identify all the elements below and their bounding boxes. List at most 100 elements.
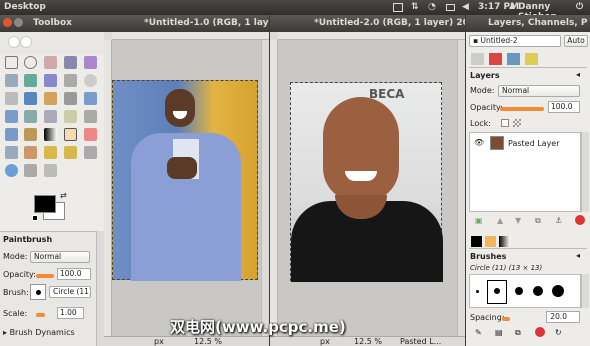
spacing-field[interactable]: 20.0 (546, 311, 580, 323)
delete-brush-icon[interactable] (535, 327, 545, 337)
brush-thumb[interactable] (515, 287, 523, 295)
vertical-ruler[interactable] (270, 40, 278, 336)
paths-tab-icon[interactable] (507, 53, 520, 65)
foreground-select-icon[interactable] (24, 74, 37, 87)
unit-select[interactable]: px (320, 337, 330, 346)
blend-icon[interactable] (44, 128, 57, 141)
layer-opacity-field[interactable]: 100.0 (548, 101, 580, 113)
toolbox-titlebar[interactable]: Toolbox (0, 15, 104, 32)
raise-layer-icon[interactable]: ▲ (497, 216, 503, 225)
duplicate-brush-icon[interactable]: ⧉ (515, 328, 521, 338)
lower-layer-icon[interactable]: ▼ (515, 216, 521, 225)
horizontal-ruler[interactable] (112, 32, 269, 40)
image-select[interactable]: ▪ Untitled-2 (469, 35, 561, 47)
edit-brush-icon[interactable]: ✎ (475, 328, 482, 337)
battery-icon[interactable] (446, 4, 455, 11)
layer-row[interactable]: 👁 Pasted Layer (470, 133, 580, 153)
delete-layer-icon[interactable] (575, 215, 585, 225)
minimize-icon[interactable] (14, 18, 23, 27)
scissors-icon[interactable] (5, 74, 18, 87)
eye-icon[interactable]: 👁 (474, 138, 484, 147)
layers-tab-icon[interactable] (471, 53, 484, 65)
opacity-field[interactable]: 100.0 (57, 268, 91, 280)
canvas-area[interactable] (112, 40, 261, 336)
lock-pixels-checkbox[interactable] (501, 119, 509, 127)
volume-icon[interactable]: ◀ (462, 2, 469, 12)
ellipse-select-icon[interactable] (24, 56, 37, 69)
zoom-select[interactable]: 12.5 % (194, 337, 222, 346)
shear-icon[interactable] (24, 110, 37, 123)
brush-thumb[interactable] (533, 286, 543, 296)
scale-icon[interactable] (5, 110, 18, 123)
network-icon[interactable]: ⇅ (411, 2, 419, 12)
layer-list-scrollbar[interactable] (581, 132, 589, 212)
brush-thumb[interactable] (476, 290, 479, 293)
bucket-fill-icon[interactable] (24, 128, 37, 141)
layer-mode-select[interactable]: Normal (498, 85, 580, 97)
fuzzy-select-icon[interactable] (64, 56, 77, 69)
patterns-tab-icon[interactable] (485, 236, 496, 247)
dodge-burn-icon[interactable] (44, 164, 57, 177)
flip-icon[interactable] (64, 110, 77, 123)
tab-menu-icon[interactable]: ◂ (576, 70, 580, 79)
brush-name-field[interactable]: Circle (11) (49, 286, 91, 298)
clone-icon[interactable] (44, 146, 57, 159)
heal-icon[interactable] (64, 146, 77, 159)
scale-slider[interactable] (36, 313, 45, 317)
brushes-tab-icon[interactable] (471, 236, 482, 247)
color-picker-icon[interactable] (64, 74, 77, 87)
move-icon[interactable] (24, 92, 37, 105)
brush-preview-button[interactable] (30, 284, 46, 300)
new-brush-icon[interactable]: ▤ (495, 328, 503, 337)
layer-opacity-slider[interactable] (500, 107, 544, 111)
blur-icon[interactable] (5, 164, 18, 177)
text-icon[interactable] (5, 128, 18, 141)
image2-vscroll[interactable] (457, 40, 465, 336)
power-icon[interactable]: ⏻ (576, 2, 583, 12)
dock-titlebar[interactable]: Layers, Channels, P (466, 15, 590, 32)
brush-thumb[interactable] (552, 285, 564, 297)
wifi-icon[interactable]: ◔ (428, 2, 436, 12)
tab-menu-icon[interactable]: ◂ (576, 251, 580, 260)
select-by-color-icon[interactable] (84, 56, 97, 69)
channels-tab-icon[interactable] (489, 53, 502, 65)
cage-transform-icon[interactable] (84, 110, 97, 123)
foreground-color-swatch[interactable] (34, 195, 56, 213)
lock-alpha-icon[interactable] (513, 119, 521, 127)
horizontal-ruler[interactable] (278, 32, 465, 40)
brush-thumb[interactable] (494, 288, 500, 294)
app-menu-title[interactable]: Desktop (4, 2, 46, 12)
wilber-drop-area[interactable] (0, 32, 104, 54)
tool-options-scrollbar[interactable] (96, 231, 104, 346)
crop-icon[interactable] (64, 92, 77, 105)
image1-titlebar[interactable]: *Untitled-1.0 (RGB, 1 layer (104, 15, 269, 32)
spacing-slider[interactable] (502, 317, 510, 321)
brush-dynamics-expander[interactable]: ▸ Brush Dynamics (3, 328, 75, 337)
canvas-area[interactable]: BECA (278, 40, 457, 336)
zoom-select[interactable]: 12.5 % (354, 337, 382, 346)
mode-select[interactable]: Normal (30, 251, 90, 263)
layer-name[interactable]: Pasted Layer (508, 139, 560, 148)
perspective-clone-icon[interactable] (84, 146, 97, 159)
undo-tab-icon[interactable] (525, 53, 538, 65)
ink-icon[interactable] (24, 146, 37, 159)
close-icon[interactable] (3, 18, 12, 27)
perspective-icon[interactable] (44, 110, 57, 123)
smudge-icon[interactable] (24, 164, 37, 177)
paintbrush-icon[interactable] (64, 128, 77, 141)
mail-icon[interactable] (393, 3, 403, 12)
image1-vscroll[interactable] (261, 40, 269, 336)
gradients-tab-icon[interactable] (499, 236, 510, 247)
align-icon[interactable] (44, 92, 57, 105)
paths-icon[interactable] (44, 74, 57, 87)
refresh-brushes-icon[interactable]: ↻ (555, 328, 562, 337)
rect-select-icon[interactable] (5, 56, 18, 69)
vertical-ruler[interactable] (104, 40, 112, 336)
measure-icon[interactable] (5, 92, 18, 105)
image2-titlebar[interactable]: *Untitled-2.0 (RGB, 1 layer) 208 (270, 15, 465, 32)
brush-grid-scrollbar[interactable] (581, 274, 589, 308)
rotate-icon[interactable] (84, 92, 97, 105)
anchor-layer-icon[interactable]: ⚓ (555, 216, 562, 225)
new-layer-icon[interactable]: ▣ (475, 216, 483, 225)
auto-button[interactable]: Auto (564, 35, 588, 47)
